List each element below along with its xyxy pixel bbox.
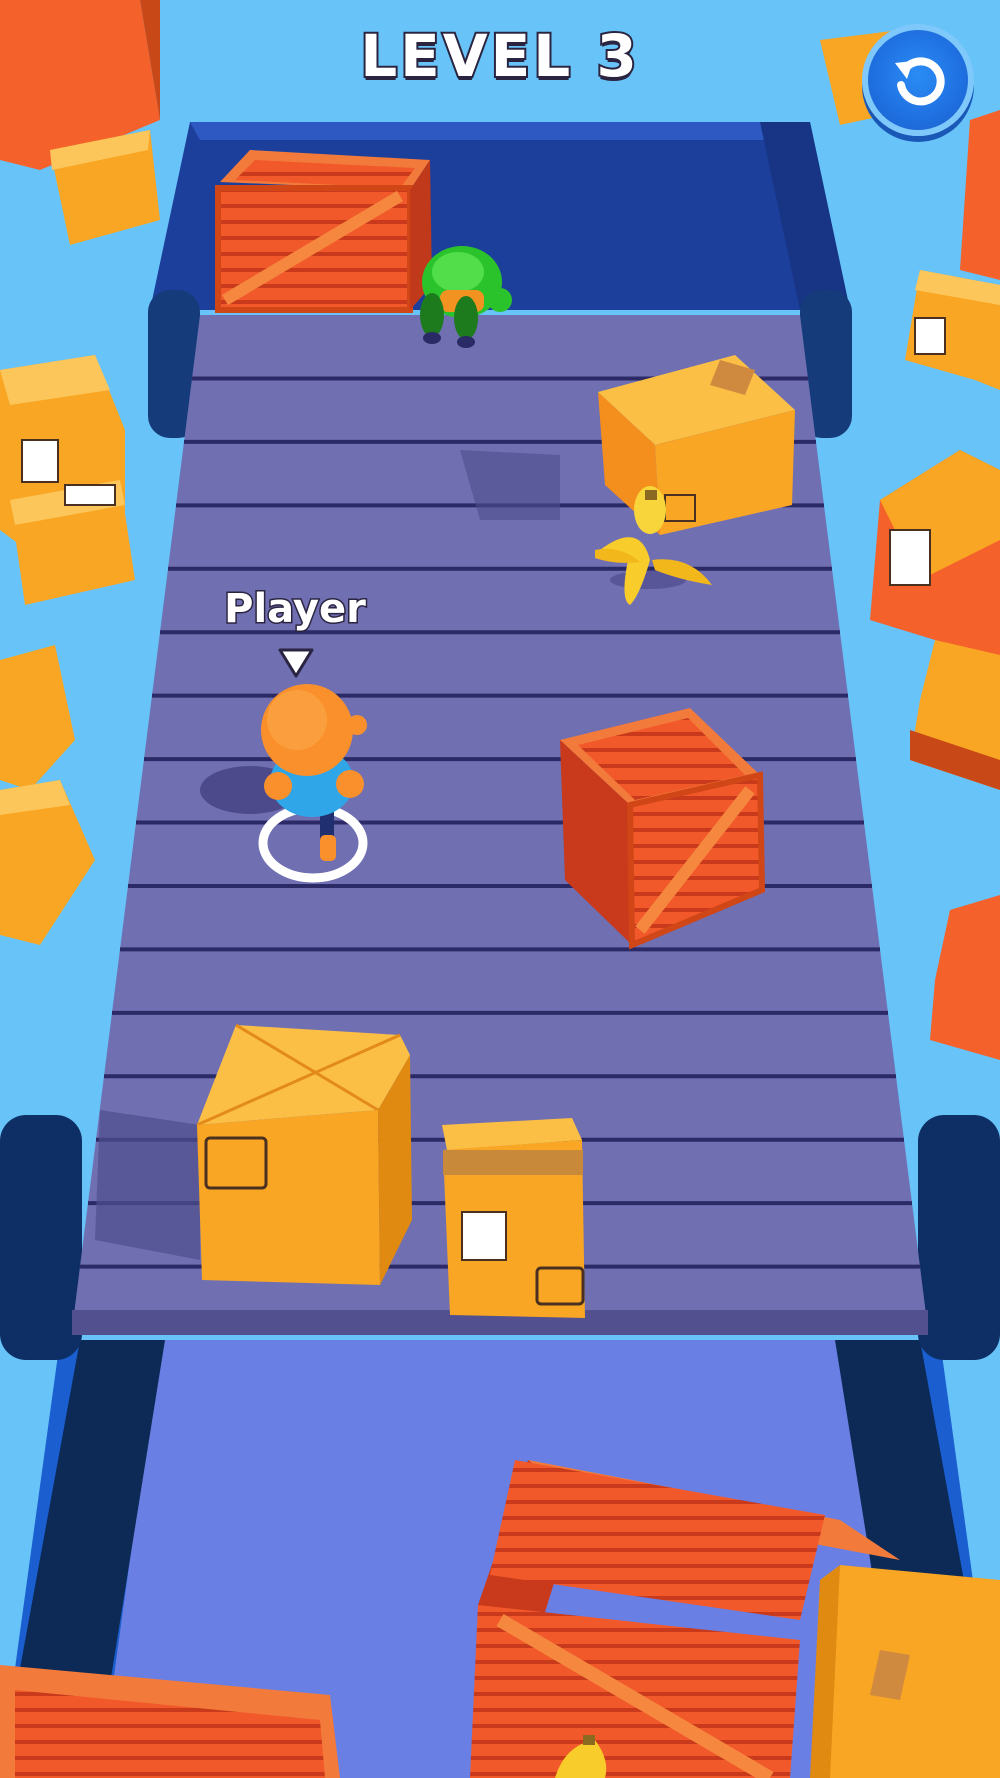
player-name-tag: Player	[223, 585, 368, 634]
restart-arrow-icon	[895, 57, 945, 106]
game-scene	[0, 0, 1000, 1778]
cardboard-box-obstacle	[442, 1118, 585, 1318]
down-triangle-icon	[278, 648, 314, 678]
restart-button[interactable]	[862, 24, 974, 136]
crate-obstacle	[215, 150, 432, 313]
level-title: LEVEL 3	[358, 20, 640, 92]
cardboard-box-obstacle	[810, 1565, 1000, 1778]
